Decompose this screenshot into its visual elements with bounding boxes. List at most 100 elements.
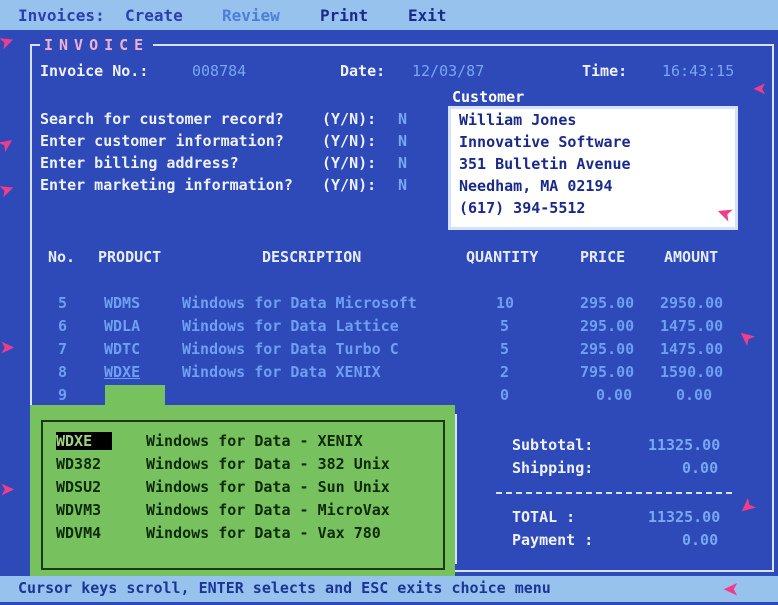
total-label: TOTAL : <box>512 508 576 526</box>
row-quantity: 10 <box>496 294 515 312</box>
row-price: 795.00 <box>580 363 635 381</box>
customer-box-label: Customer <box>452 88 525 106</box>
choice-item-desc[interactable]: Windows for Data - 382 Unix <box>146 455 390 473</box>
choice-menu-tab <box>105 385 165 407</box>
col-header-no: No. <box>48 248 76 266</box>
menu-invoices[interactable]: Invoices: <box>18 6 105 25</box>
subtotal-value: 11325.00 <box>648 436 721 454</box>
row-quantity: 2 <box>500 363 510 381</box>
customer-company: Innovative Software <box>459 133 631 151</box>
menu-print[interactable]: Print <box>320 6 368 25</box>
customer-box: William Jones Innovative Software 351 Bu… <box>448 106 738 230</box>
row-price: 0.00 <box>596 386 633 404</box>
answer-marketing-info[interactable]: N <box>398 176 407 194</box>
answer-customer-info[interactable]: N <box>398 132 407 150</box>
row-amount: 1590.00 <box>660 363 724 381</box>
annotation-arrow-icon: ➤ <box>0 476 16 506</box>
row-amount: 2950.00 <box>660 294 724 312</box>
row-description: Windows for Data Turbo C <box>182 340 399 358</box>
shipping-value[interactable]: 0.00 <box>682 459 718 477</box>
table-row[interactable]: 6 WDLA Windows for Data Lattice 5 295.00… <box>0 317 778 337</box>
menu-bar: Invoices: Create Review Print Exit <box>0 0 778 30</box>
subtotal-label: Subtotal: <box>512 436 594 454</box>
choice-item-desc[interactable]: Windows for Data - Vax 780 <box>146 524 381 542</box>
choice-item-desc[interactable]: Windows for Data - Sun Unix <box>146 478 390 496</box>
question-label: Enter billing address? <box>40 154 239 172</box>
status-text: Cursor keys scroll, ENTER selects and ES… <box>18 579 551 597</box>
yn-label: (Y/N): <box>322 132 377 150</box>
time-field[interactable]: 16:43:15 <box>662 62 734 80</box>
table-row[interactable]: 8 WDXE Windows for Data XENIX 2 795.00 1… <box>0 363 778 383</box>
question-label: Enter marketing information? <box>40 176 293 194</box>
time-label: Time: <box>582 62 628 80</box>
row-quantity: 5 <box>500 340 510 358</box>
col-header-quantity: QUANTITY <box>466 248 539 266</box>
customer-phone: (617) 394-5512 <box>459 199 586 217</box>
choice-item[interactable]: WDVM4 <box>56 524 101 542</box>
row-no: 5 <box>58 294 68 312</box>
customer-city: Needham, MA 02194 <box>459 177 613 195</box>
menu-exit[interactable]: Exit <box>408 6 447 25</box>
row-amount: 0.00 <box>676 386 713 404</box>
customer-street: 351 Bulletin Avenue <box>459 155 631 173</box>
choice-item[interactable]: WDVM3 <box>56 501 101 519</box>
row-product: WDMS <box>104 294 141 312</box>
row-no: 9 <box>58 386 68 404</box>
date-label: Date: <box>340 62 386 80</box>
question-label: Enter customer information? <box>40 132 284 150</box>
col-header-amount: AMOUNT <box>664 248 719 266</box>
totals-divider <box>455 414 457 564</box>
invoice-no-field[interactable]: 008784 <box>192 62 246 80</box>
choice-item[interactable]: WD382 <box>56 455 101 473</box>
payment-label: Payment : <box>512 531 594 549</box>
row-description: Windows for Data XENIX <box>182 363 381 381</box>
row-no: 6 <box>58 317 68 335</box>
choice-item-selected[interactable]: WDXE <box>56 432 113 450</box>
row-price: 295.00 <box>580 340 635 358</box>
row-price: 295.00 <box>580 317 635 335</box>
annotation-arrow-icon: ➤ <box>752 74 767 102</box>
payment-value[interactable]: 0.00 <box>682 531 718 549</box>
yn-label: (Y/N): <box>322 176 377 194</box>
invoice-no-label: Invoice No.: <box>40 62 149 80</box>
totals-separator <box>496 492 732 494</box>
row-quantity: 5 <box>500 317 510 335</box>
menu-create[interactable]: Create <box>125 6 183 25</box>
table-row[interactable]: 5 WDMS Windows for Data Microsoft 10 295… <box>0 294 778 314</box>
customer-name: William Jones <box>459 111 577 129</box>
row-no: 8 <box>58 363 68 381</box>
row-price: 295.00 <box>580 294 635 312</box>
row-amount: 1475.00 <box>660 317 724 335</box>
table-row[interactable]: 7 WDTC Windows for Data Turbo C 5 295.00… <box>0 340 778 360</box>
shipping-label: Shipping: <box>512 459 594 477</box>
answer-billing-address[interactable]: N <box>398 154 407 172</box>
answer-search-customer[interactable]: N <box>398 110 407 128</box>
annotation-arrow-icon: ➤ <box>0 26 21 60</box>
choice-item-desc[interactable]: Windows for Data - MicroVax <box>146 501 390 519</box>
col-header-description: DESCRIPTION <box>262 248 362 266</box>
row-product: WDTC <box>104 340 141 358</box>
total-value: 11325.00 <box>648 508 721 526</box>
row-product: WDLA <box>104 317 141 335</box>
row-description: Windows for Data Lattice <box>182 317 399 335</box>
annotation-arrow-icon: ➤ <box>0 128 23 162</box>
row-description: Windows for Data Microsoft <box>182 294 417 312</box>
annotation-arrow-icon: ➤ <box>0 174 21 208</box>
row-amount: 1475.00 <box>660 340 724 358</box>
row-no: 7 <box>58 340 68 358</box>
col-header-product: PRODUCT <box>98 248 162 266</box>
choice-item-desc[interactable]: Windows for Data - XENIX <box>146 432 363 450</box>
yn-label: (Y/N): <box>322 154 377 172</box>
annotation-arrow-icon: ➤ <box>722 572 739 605</box>
form-title: INVOICE <box>40 36 154 54</box>
col-header-price: PRICE <box>580 248 626 266</box>
question-label: Search for customer record? <box>40 110 284 128</box>
row-product: WDXE <box>104 363 141 381</box>
row-quantity: 0 <box>500 386 510 404</box>
annotation-arrow-icon: ➤ <box>0 334 16 364</box>
status-bar: Cursor keys scroll, ENTER selects and ES… <box>0 576 778 602</box>
menu-review[interactable]: Review <box>222 6 280 25</box>
choice-item[interactable]: WDSU2 <box>56 478 101 496</box>
date-field[interactable]: 12/03/87 <box>412 62 484 80</box>
yn-label: (Y/N): <box>322 110 377 128</box>
